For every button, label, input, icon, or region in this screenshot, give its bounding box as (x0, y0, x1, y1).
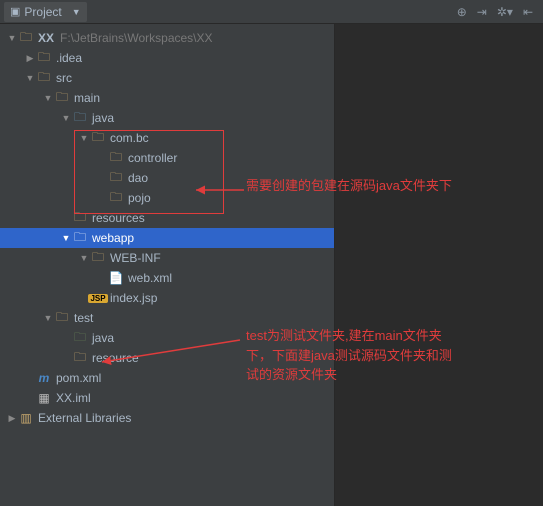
tree-main[interactable]: 🗀 main (0, 88, 334, 108)
tree-java[interactable]: 🗀 java (0, 108, 334, 128)
expand-icon[interactable] (24, 53, 36, 64)
node-label: XX.iml (56, 391, 91, 405)
node-label: test (74, 311, 93, 325)
node-label: index.jsp (110, 291, 157, 305)
tree-project-root[interactable]: 🗀 XX F:\JetBrains\Workspaces\XX (0, 28, 334, 48)
libraries-icon: ▥ (18, 411, 34, 425)
package-icon: 🗀 (108, 188, 124, 209)
node-label: pojo (128, 191, 151, 205)
tree-idea[interactable]: 🗀 .idea (0, 48, 334, 68)
node-label: External Libraries (38, 411, 131, 425)
expand-icon[interactable] (60, 233, 72, 243)
hide-icon[interactable]: ⇤ (523, 5, 533, 19)
node-label: java (92, 111, 114, 125)
tree-webapp[interactable]: 🗀 webapp (0, 228, 334, 248)
expand-icon[interactable] (60, 113, 72, 123)
annotation-line: 下，下面建java测试源码文件夹和测 (246, 346, 541, 366)
tree-iml[interactable]: ▦ XX.iml (0, 388, 334, 408)
project-toolbar: ▣ Project ▼ ⊕ ⇥ ✲▾ ⇤ (0, 0, 543, 24)
folder-icon: 🗀 (54, 88, 70, 109)
chevron-down-icon: ▼ (72, 7, 81, 17)
expand-icon[interactable] (24, 73, 36, 83)
node-label: resources (92, 211, 145, 225)
project-view-selector[interactable]: ▣ Project ▼ (4, 2, 87, 22)
project-path: F:\JetBrains\Workspaces\XX (60, 31, 213, 45)
folder-icon: 🗀 (90, 248, 106, 269)
folder-icon: 🗀 (36, 68, 52, 89)
collapse-icon[interactable]: ⇥ (477, 5, 487, 19)
node-label: main (74, 91, 100, 105)
tree-controller[interactable]: 🗀 controller (0, 148, 334, 168)
annotation-line: test为测试文件夹,建在main文件夹 (246, 326, 541, 346)
folder-icon: 🗀 (18, 28, 34, 49)
jsp-file-icon: JSP (90, 294, 106, 303)
source-folder-icon: 🗀 (72, 108, 88, 129)
expand-icon[interactable] (78, 253, 90, 263)
test-source-folder-icon: 🗀 (72, 328, 88, 349)
package-icon: 🗀 (108, 168, 124, 189)
tree-indexjsp[interactable]: JSP index.jsp (0, 288, 334, 308)
tree-src[interactable]: 🗀 src (0, 68, 334, 88)
expand-icon[interactable] (6, 413, 18, 424)
node-label: resource (92, 351, 139, 365)
node-label: controller (128, 151, 177, 165)
project-tree: 🗀 XX F:\JetBrains\Workspaces\XX 🗀 .idea … (0, 24, 335, 506)
tree-com-bc[interactable]: 🗀 com.bc (0, 128, 334, 148)
expand-icon[interactable] (78, 133, 90, 143)
test-resources-folder-icon: 🗀 (72, 348, 88, 369)
tree-test[interactable]: 🗀 test (0, 308, 334, 328)
tree-resources[interactable]: 🗀 resources (0, 208, 334, 228)
package-icon: 🗀 (90, 128, 106, 149)
tree-webinf[interactable]: 🗀 WEB-INF (0, 248, 334, 268)
resources-folder-icon: 🗀 (72, 208, 88, 229)
node-label: pom.xml (56, 371, 101, 385)
annotation-text-2: test为测试文件夹,建在main文件夹 下，下面建java测试源码文件夹和测 … (246, 326, 541, 385)
iml-file-icon: ▦ (36, 391, 52, 405)
node-label: dao (128, 171, 148, 185)
expand-icon[interactable] (6, 33, 18, 43)
project-name: XX (38, 31, 54, 45)
maven-file-icon: m (36, 371, 52, 385)
expand-icon[interactable] (42, 93, 54, 103)
package-icon: 🗀 (108, 148, 124, 169)
xml-file-icon: 📄 (108, 271, 124, 285)
annotation-text: 需要创建的包建在源码java文件夹下 (246, 178, 452, 193)
node-label: web.xml (128, 271, 172, 285)
annotation-text-1: 需要创建的包建在源码java文件夹下 (246, 176, 541, 196)
tree-external-libraries[interactable]: ▥ External Libraries (0, 408, 334, 428)
node-label: WEB-INF (110, 251, 161, 265)
folder-icon: 🗀 (54, 308, 70, 329)
folder-icon: 🗀 (36, 48, 52, 69)
settings-icon[interactable]: ✲▾ (497, 5, 513, 19)
folder-icon: 🗀 (72, 228, 88, 249)
node-label: src (56, 71, 72, 85)
node-label: com.bc (110, 131, 149, 145)
node-label: .idea (56, 51, 82, 65)
project-icon: ▣ (10, 5, 20, 18)
node-label: java (92, 331, 114, 345)
node-label: webapp (92, 231, 134, 245)
toolbar-title: Project (24, 5, 61, 19)
tree-webxml[interactable]: 📄 web.xml (0, 268, 334, 288)
expand-icon[interactable] (42, 313, 54, 323)
locate-icon[interactable]: ⊕ (457, 5, 467, 19)
annotation-line: 试的资源文件夹 (246, 365, 541, 385)
